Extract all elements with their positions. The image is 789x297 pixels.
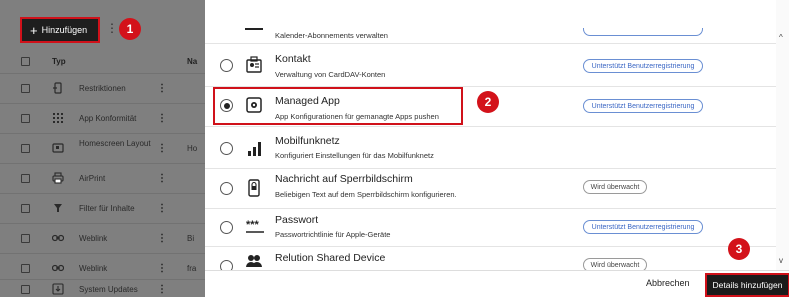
table-header: Typ Na xyxy=(0,53,205,71)
row-checkbox[interactable] xyxy=(21,264,30,273)
add-profile-dialog: Kalender-Abonnements verwalten Kontakt V… xyxy=(205,0,789,297)
dialog-footer: Abbrechen Details hinzufügen xyxy=(205,270,789,297)
row-name: App Konformität xyxy=(79,114,137,123)
row-name: Restriktionen xyxy=(79,84,126,93)
table-row[interactable]: Filter für Inhalte ⋮ xyxy=(0,193,205,223)
profile-row-shared-device[interactable]: Relution Shared Device Wird überwacht xyxy=(205,247,776,270)
row-col: Bi xyxy=(187,234,195,243)
step-badge-1: 1 xyxy=(119,18,141,40)
calendar-icon xyxy=(245,28,263,30)
profile-badge: Wird überwacht xyxy=(583,180,647,194)
profile-radio[interactable] xyxy=(220,260,233,270)
profile-title: Passwort xyxy=(275,214,319,226)
row-name: Weblink xyxy=(79,234,108,243)
table-row[interactable]: AirPrint ⋮ xyxy=(0,163,205,193)
row-checkbox[interactable] xyxy=(21,114,30,123)
profile-row[interactable]: Kalender-Abonnements verwalten xyxy=(205,0,776,44)
row-name: AirPrint xyxy=(79,174,106,183)
plus-icon: + xyxy=(30,22,38,38)
profile-badge: Unterstützt Benutzerregistrierung xyxy=(583,220,703,234)
row-menu-icon[interactable]: ⋮ xyxy=(157,113,167,124)
row-checkbox[interactable] xyxy=(21,84,30,93)
row-menu-icon[interactable]: ⋮ xyxy=(157,263,167,274)
profile-list-panel: + Hinzufügen ⋮ 1 Typ Na Restriktionen ⋮ … xyxy=(0,0,205,297)
table-row[interactable]: Homescreen Layout ⋮ Ho xyxy=(0,133,205,163)
shared-device-icon xyxy=(245,253,263,270)
highlight-frame xyxy=(213,87,463,125)
row-checkbox[interactable] xyxy=(21,234,30,243)
row-name: Filter für Inhalte xyxy=(79,204,135,213)
header-type: Typ xyxy=(52,57,66,66)
lockscreen-icon xyxy=(245,179,263,197)
profile-badge xyxy=(583,28,703,36)
table-row[interactable]: System Updates ⋮ xyxy=(0,279,205,297)
profile-desc: Passwortrichtlinie für Apple-Geräte xyxy=(275,230,391,239)
profile-title: Mobilfunknetz xyxy=(275,135,340,147)
profile-badge: Unterstützt Benutzerregistrierung xyxy=(583,99,703,113)
apps-grid-icon xyxy=(52,112,64,124)
cancel-button[interactable]: Abbrechen xyxy=(646,278,690,288)
profile-row-kontakt[interactable]: Kontakt Verwaltung von CardDAV-Konten Un… xyxy=(205,44,776,87)
printer-icon xyxy=(52,172,64,184)
row-checkbox[interactable] xyxy=(21,174,30,183)
profile-row-sperrbildschirm[interactable]: Nachricht auf Sperrbildschirm Beliebigen… xyxy=(205,169,776,209)
row-name: Homescreen Layout xyxy=(79,139,151,148)
profile-row-mobilfunk[interactable]: Mobilfunknetz Konfiguriert Einstellungen… xyxy=(205,127,776,169)
table-row[interactable]: Restriktionen ⋮ xyxy=(0,73,205,103)
profile-radio[interactable] xyxy=(220,142,233,155)
profile-title: Kontakt xyxy=(275,53,311,65)
table-row[interactable]: App Konformität ⋮ xyxy=(0,103,205,133)
svg-text:***: *** xyxy=(246,219,260,231)
row-name: System Updates xyxy=(79,285,138,294)
scroll-down-icon[interactable]: v xyxy=(779,256,783,265)
profile-desc: Verwaltung von CardDAV-Konten xyxy=(275,70,386,79)
profile-desc: Kalender-Abonnements verwalten xyxy=(275,31,388,40)
row-menu-icon[interactable]: ⋮ xyxy=(157,284,167,295)
link-icon xyxy=(51,232,65,244)
profile-radio[interactable] xyxy=(220,221,233,234)
row-menu-icon[interactable]: ⋮ xyxy=(157,173,167,184)
table-row[interactable]: Weblink ⋮ Bi xyxy=(0,223,205,253)
password-icon: *** xyxy=(245,218,264,236)
row-checkbox[interactable] xyxy=(21,285,30,294)
row-menu-icon[interactable]: ⋮ xyxy=(157,143,167,154)
homescreen-icon xyxy=(52,142,64,154)
dialog-scrollbar[interactable]: ^ v xyxy=(776,0,789,270)
more-options-icon[interactable]: ⋮ xyxy=(106,22,118,34)
header-name: Na xyxy=(187,57,198,66)
contact-card-icon xyxy=(245,56,263,74)
row-menu-icon[interactable]: ⋮ xyxy=(157,233,167,244)
add-button[interactable]: + Hinzufügen xyxy=(20,17,100,43)
profile-row-passwort[interactable]: *** Passwort Passwortrichtlinie für Appl… xyxy=(205,209,776,247)
row-col: Ho xyxy=(187,144,198,153)
step-badge-2: 2 xyxy=(477,91,499,113)
step-badge-3: 3 xyxy=(728,238,750,260)
row-checkbox[interactable] xyxy=(21,144,30,153)
row-name: Weblink xyxy=(79,264,108,273)
add-details-button[interactable]: Details hinzufügen xyxy=(705,273,789,297)
row-menu-icon[interactable]: ⋮ xyxy=(157,83,167,94)
add-button-label: Hinzufügen xyxy=(41,25,88,35)
profile-title: Relution Shared Device xyxy=(275,252,386,264)
profile-radio[interactable] xyxy=(220,59,233,72)
profile-badge: Wird überwacht xyxy=(583,258,647,270)
download-icon xyxy=(52,283,64,295)
filter-icon xyxy=(52,202,64,214)
profile-badge: Unterstützt Benutzerregistrierung xyxy=(583,59,703,73)
row-menu-icon[interactable]: ⋮ xyxy=(157,203,167,214)
row-checkbox[interactable] xyxy=(21,204,30,213)
profile-desc: Beliebigen Text auf dem Sperrbildschirm … xyxy=(275,190,457,199)
link-icon xyxy=(51,262,65,274)
profile-desc: Konfiguriert Einstellungen für das Mobil… xyxy=(275,151,434,160)
profile-title: Nachricht auf Sperrbildschirm xyxy=(275,173,413,185)
row-col: fra xyxy=(187,264,197,273)
profile-radio[interactable] xyxy=(220,182,233,195)
signal-bars-icon xyxy=(245,139,263,157)
select-all-checkbox[interactable] xyxy=(21,57,30,66)
scroll-up-icon[interactable]: ^ xyxy=(779,33,783,42)
restriction-icon xyxy=(52,82,64,94)
